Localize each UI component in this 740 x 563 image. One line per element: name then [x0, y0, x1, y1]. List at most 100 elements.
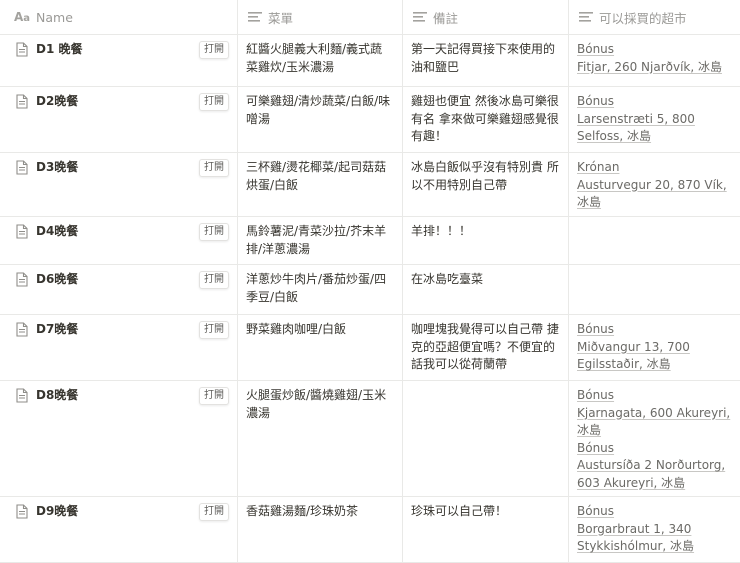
note-cell[interactable]: 羊排！！！ — [403, 217, 569, 264]
page-icon — [16, 224, 28, 239]
lines-icon — [248, 12, 262, 22]
lines-icon — [579, 12, 593, 22]
menu-cell[interactable]: 馬鈴薯泥/青菜沙拉/芥末羊排/洋蔥濃湯 — [238, 217, 403, 264]
menu-cell[interactable]: 紅醬火腿義大利麵/義式蔬菜雞炊/玉米濃湯 — [238, 35, 403, 86]
shop-cell[interactable]: Bónus Miðvangur 13, 700 Egilsstaðir, 冰島 — [569, 315, 740, 380]
page-icon — [16, 504, 28, 519]
table-body: D1 晚餐 打開 紅醬火腿義大利麵/義式蔬菜雞炊/玉米濃湯 第一天記得買接下來使用的油… — [0, 35, 740, 563]
column-header-note[interactable]: 備註 — [403, 0, 569, 34]
note-text: 羊排！！！ — [411, 224, 472, 238]
column-header-name[interactable]: Aa Name — [0, 0, 238, 34]
open-page-button[interactable]: 打開 — [199, 41, 229, 59]
name-cell[interactable]: D6晚餐 打開 — [0, 265, 238, 314]
menu-text: 洋蔥炒牛肉片/番茄炒蛋/四季豆/白飯 — [246, 272, 387, 304]
note-cell[interactable]: 在冰島吃臺菜 — [403, 265, 569, 314]
table-row[interactable]: D8晚餐 打開 火腿蛋炒飯/醬燒雞翅/玉米濃湯 Bónus Kjarnagata, 60… — [0, 381, 740, 497]
column-header-menu[interactable]: 菜單 — [238, 0, 403, 34]
table-row[interactable]: D4晚餐 打開 馬鈴薯泥/青菜沙拉/芥末羊排/洋蔥濃湯 羊排！！！ — [0, 217, 740, 265]
open-page-button[interactable]: 打開 — [199, 271, 229, 289]
page-title: D7晚餐 — [36, 322, 79, 336]
open-page-button[interactable]: 打開 — [199, 93, 229, 111]
name-cell[interactable]: D2晚餐 打開 — [0, 87, 238, 152]
table-row[interactable]: D3晚餐 打開 三杯雞/燙花椰菜/起司菇菇烘蛋/白飯 冰島白飯似乎沒有特別貴 所以不用… — [0, 153, 740, 217]
note-text: 在冰島吃臺菜 — [411, 272, 484, 286]
name-cell[interactable]: D9晚餐 打開 — [0, 497, 238, 562]
page-title-wrap: D2晚餐 — [16, 93, 229, 111]
column-header-label: 菜單 — [268, 10, 294, 26]
shop-link[interactable]: Bónus — [577, 387, 732, 405]
shop-link[interactable]: Fitjar, 260 Njarðvík, 冰島 — [577, 59, 732, 77]
shop-cell[interactable]: Bónus Fitjar, 260 Njarðvík, 冰島 — [569, 35, 740, 86]
page-title: D9晚餐 — [36, 504, 79, 518]
shop-link[interactable]: Bónus — [577, 93, 732, 111]
menu-cell[interactable]: 香菇雞湯麵/珍珠奶茶 — [238, 497, 403, 562]
page-icon — [16, 272, 28, 287]
menu-text: 馬鈴薯泥/青菜沙拉/芥末羊排/洋蔥濃湯 — [246, 224, 387, 256]
open-page-button[interactable]: 打開 — [199, 321, 229, 339]
note-cell[interactable]: 咖哩塊我覺得可以自己帶 捷克的亞超便宜嗎？不便宜的話我可以從荷蘭帶 — [403, 315, 569, 380]
name-cell[interactable]: D3晚餐 打開 — [0, 153, 238, 216]
shop-link[interactable]: Larsenstræti 5, 800 Selfoss, 冰島 — [577, 111, 732, 146]
page-title-wrap: D3晚餐 — [16, 159, 229, 177]
page-title-wrap: D4晚餐 — [16, 223, 229, 241]
note-cell[interactable] — [403, 381, 569, 496]
open-page-button[interactable]: 打開 — [199, 503, 229, 521]
shop-cell[interactable]: Bónus Kjarnagata, 600 Akureyri, 冰島 Bónus Au… — [569, 381, 740, 496]
menu-text: 可樂雞翅/清炒蔬菜/白飯/味噌湯 — [246, 94, 391, 126]
page-title: D2晚餐 — [36, 94, 79, 108]
page-icon — [16, 94, 28, 109]
column-header-shop[interactable]: 可以採買的超市 — [569, 0, 740, 34]
open-page-button[interactable]: 打開 — [199, 387, 229, 405]
page-title: D4晚餐 — [36, 224, 79, 238]
page-icon — [16, 322, 28, 337]
page-icon — [16, 160, 28, 175]
note-cell[interactable]: 第一天記得買接下來使用的油和鹽巴 — [403, 35, 569, 86]
shop-link[interactable]: Bónus — [577, 41, 732, 59]
note-cell[interactable]: 冰島白飯似乎沒有特別貴 所以不用特別自己帶 — [403, 153, 569, 216]
shop-link[interactable]: Austurvegur 20, 870 Vík, 冰島 — [577, 177, 732, 212]
shop-link[interactable]: Miðvangur 13, 700 Egilsstaðir, 冰島 — [577, 339, 732, 374]
menu-cell[interactable]: 可樂雞翅/清炒蔬菜/白飯/味噌湯 — [238, 87, 403, 152]
open-page-button[interactable]: 打開 — [199, 223, 229, 241]
shop-link[interactable]: Bónus — [577, 321, 732, 339]
name-cell[interactable]: D7晚餐 打開 — [0, 315, 238, 380]
table-row[interactable]: D9晚餐 打開 香菇雞湯麵/珍珠奶茶 珍珠可以自己帶！ Bónus Borgarbraut… — [0, 497, 740, 563]
shop-link[interactable]: Austursíða 2 Norðurtorg, 603 Akureyri, 冰… — [577, 457, 732, 492]
shop-link[interactable]: Kjarnagata, 600 Akureyri, 冰島 — [577, 405, 732, 440]
menu-cell[interactable]: 火腿蛋炒飯/醬燒雞翅/玉米濃湯 — [238, 381, 403, 496]
column-header-label: Name — [36, 9, 73, 25]
menu-cell[interactable]: 洋蔥炒牛肉片/番茄炒蛋/四季豆/白飯 — [238, 265, 403, 314]
note-cell[interactable]: 珍珠可以自己帶！ — [403, 497, 569, 562]
shop-cell[interactable] — [569, 217, 740, 264]
table-row[interactable]: D1 晚餐 打開 紅醬火腿義大利麵/義式蔬菜雞炊/玉米濃湯 第一天記得買接下來使用的油… — [0, 35, 740, 87]
shop-cell[interactable]: Bónus Borgarbraut 1, 340 Stykkishólmur, 冰… — [569, 497, 740, 562]
database-table: Aa Name 菜單 備註 可以採買的超市 D1 晚餐 打開 紅醬火腿義大利麵/義式… — [0, 0, 740, 563]
shop-cell[interactable] — [569, 265, 740, 314]
shop-link[interactable]: Bónus — [577, 440, 732, 458]
shop-link[interactable]: Krónan — [577, 159, 732, 177]
shop-cell[interactable]: Krónan Austurvegur 20, 870 Vík, 冰島 — [569, 153, 740, 216]
menu-text: 野菜雞肉咖哩/白飯 — [246, 322, 347, 336]
page-icon — [16, 42, 28, 57]
open-page-button[interactable]: 打開 — [199, 159, 229, 177]
menu-text: 紅醬火腿義大利麵/義式蔬菜雞炊/玉米濃湯 — [246, 42, 383, 74]
shop-link[interactable]: Bónus — [577, 503, 732, 521]
name-cell[interactable]: D4晚餐 打開 — [0, 217, 238, 264]
table-row[interactable]: D6晚餐 打開 洋蔥炒牛肉片/番茄炒蛋/四季豆/白飯 在冰島吃臺菜 — [0, 265, 740, 315]
page-title: D3晚餐 — [36, 160, 79, 174]
name-cell[interactable]: D1 晚餐 打開 — [0, 35, 238, 86]
table-row[interactable]: D2晚餐 打開 可樂雞翅/清炒蔬菜/白飯/味噌湯 雞翅也便宜 然後冰島可樂很有名 拿來… — [0, 87, 740, 153]
menu-cell[interactable]: 三杯雞/燙花椰菜/起司菇菇烘蛋/白飯 — [238, 153, 403, 216]
shop-link[interactable]: Borgarbraut 1, 340 Stykkishólmur, 冰島 — [577, 521, 732, 556]
name-cell[interactable]: D8晚餐 打開 — [0, 381, 238, 496]
table-row[interactable]: D7晚餐 打開 野菜雞肉咖哩/白飯 咖哩塊我覺得可以自己帶 捷克的亞超便宜嗎？不便宜的… — [0, 315, 740, 381]
note-text: 珍珠可以自己帶！ — [411, 504, 508, 518]
column-header-label: 可以採買的超市 — [599, 10, 687, 26]
note-text: 雞翅也便宜 然後冰島可樂很有名 拿來做可樂雞翅感覺很有趣！ — [411, 94, 559, 143]
page-title-wrap: D6晚餐 — [16, 271, 229, 289]
menu-cell[interactable]: 野菜雞肉咖哩/白飯 — [238, 315, 403, 380]
shop-cell[interactable]: Bónus Larsenstræti 5, 800 Selfoss, 冰島 — [569, 87, 740, 152]
note-text: 第一天記得買接下來使用的油和鹽巴 — [411, 42, 556, 74]
note-cell[interactable]: 雞翅也便宜 然後冰島可樂很有名 拿來做可樂雞翅感覺很有趣！ — [403, 87, 569, 152]
note-text: 咖哩塊我覺得可以自己帶 捷克的亞超便宜嗎？不便宜的話我可以從荷蘭帶 — [411, 322, 559, 371]
